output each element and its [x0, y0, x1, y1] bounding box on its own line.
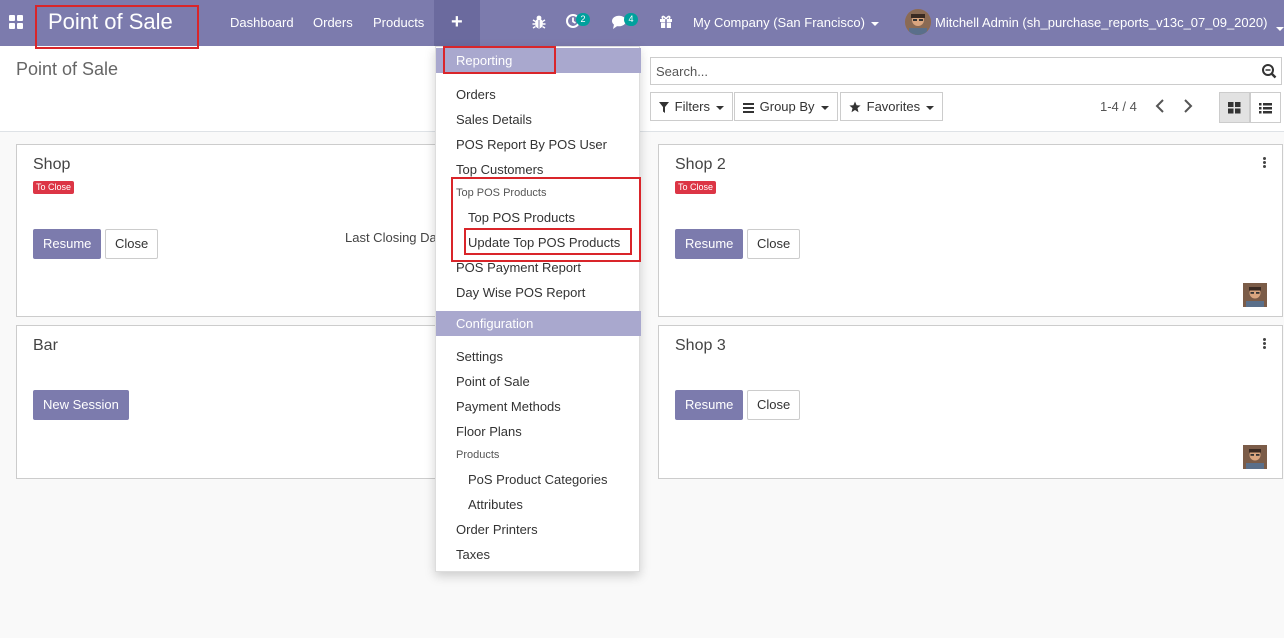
pager-previous-icon[interactable]	[1153, 98, 1167, 114]
more-menu-dropdown: Reporting Orders Sales Details POS Repor…	[435, 46, 641, 572]
nav-products[interactable]: Products	[373, 15, 424, 30]
list-view-button[interactable]	[1250, 92, 1281, 123]
responsible-avatar[interactable]	[1243, 445, 1267, 469]
kanban-view-button[interactable]	[1219, 92, 1250, 123]
card-options-icon[interactable]	[1263, 338, 1267, 350]
search-icon[interactable]	[1261, 63, 1277, 79]
gift-icon[interactable]	[658, 13, 676, 31]
list-icon	[1259, 103, 1272, 114]
nav-orders[interactable]: Orders	[313, 15, 353, 30]
apps-menu-icon[interactable]	[9, 15, 23, 29]
caret-down-icon	[820, 105, 829, 110]
responsible-avatar[interactable]	[1243, 283, 1267, 307]
pos-card-bar: Bar New Session	[16, 325, 446, 479]
user-menu[interactable]: Mitchell Admin (sh_purchase_reports_v13c…	[935, 15, 1267, 30]
menu-item-pos-product-categories[interactable]: PoS Product Categories	[468, 472, 607, 487]
app-brand[interactable]: Point of Sale	[48, 9, 173, 35]
pos-card-shop-2: Shop 2 To Close Resume Close	[658, 144, 1283, 317]
caret-down-icon	[926, 105, 935, 110]
activity-count-badge: 2	[576, 13, 590, 26]
menu-item-attributes[interactable]: Attributes	[468, 497, 523, 512]
group-by-label: Group By	[759, 99, 815, 114]
resume-button[interactable]: Resume	[33, 229, 102, 259]
resume-button[interactable]: Resume	[675, 390, 744, 420]
menu-item-pos-payment-report[interactable]: POS Payment Report	[456, 260, 581, 275]
favorites-label: Favorites	[866, 99, 921, 114]
pager-value: 1-4 / 4	[1100, 99, 1137, 114]
menu-section-products: Products	[456, 449, 500, 461]
menu-item-order-printers[interactable]: Order Printers	[456, 522, 538, 537]
status-tag: To Close	[33, 181, 75, 194]
user-avatar[interactable]	[905, 9, 931, 35]
messages-count-badge: 4	[624, 13, 638, 26]
status-tag: To Close	[675, 181, 717, 194]
search-input[interactable]	[651, 58, 1251, 84]
card-title: Bar	[33, 337, 58, 354]
pos-card-shop: Shop To Close Resume Close Last Closing …	[16, 144, 446, 317]
grid-icon	[1228, 102, 1241, 114]
company-switcher[interactable]: My Company (San Francisco)	[693, 15, 879, 30]
nav-more-menu[interactable]: +	[434, 0, 480, 46]
close-button[interactable]: Close	[747, 229, 801, 259]
top-navbar: Point of Sale Dashboard Orders Products …	[0, 0, 1284, 46]
card-options-icon[interactable]	[1263, 157, 1267, 169]
menu-item-floor-plans[interactable]: Floor Plans	[456, 424, 522, 439]
menu-item-settings[interactable]: Settings	[456, 349, 503, 364]
group-by-button[interactable]: Group By	[734, 92, 838, 121]
filters-button[interactable]: Filters	[650, 92, 734, 121]
resume-button[interactable]: Resume	[675, 229, 744, 259]
nav-dashboard[interactable]: Dashboard	[230, 15, 294, 30]
caret-down-icon	[716, 105, 725, 110]
user-menu-caret-icon	[1276, 20, 1284, 35]
favorites-button[interactable]: Favorites	[840, 92, 944, 121]
plus-icon: +	[451, 11, 463, 33]
star-icon	[849, 101, 861, 113]
menu-header-reporting[interactable]: Reporting	[436, 48, 641, 73]
page-title: Point of Sale	[16, 59, 119, 79]
menu-item-top-customers[interactable]: Top Customers	[456, 162, 543, 177]
filter-icon	[659, 102, 669, 113]
company-name: My Company (San Francisco)	[693, 15, 865, 30]
card-title: Shop	[33, 156, 71, 173]
close-button[interactable]: Close	[747, 390, 801, 420]
filters-label: Filters	[674, 99, 711, 114]
menu-item-orders[interactable]: Orders	[456, 87, 496, 102]
menu-section-top-pos-products: Top POS Products	[456, 187, 547, 199]
menu-item-top-pos-products[interactable]: Top POS Products	[468, 210, 575, 225]
card-title: Shop 3	[675, 337, 726, 354]
bug-icon[interactable]	[531, 14, 549, 32]
menu-item-pos-report-by-user[interactable]: POS Report By POS User	[456, 137, 607, 152]
pos-card-shop-3: Shop 3 Resume Close	[658, 325, 1283, 479]
control-panel: Point of Sale Filters Group By Favorites…	[0, 46, 1284, 132]
menu-item-taxes[interactable]: Taxes	[456, 547, 490, 562]
bars-icon	[743, 103, 754, 113]
last-closing-date-label: Last Closing Da	[345, 230, 437, 245]
caret-down-icon	[870, 21, 879, 26]
search-box	[650, 57, 1282, 85]
menu-header-configuration[interactable]: Configuration	[436, 311, 641, 336]
menu-item-payment-methods[interactable]: Payment Methods	[456, 399, 561, 414]
close-button[interactable]: Close	[105, 229, 159, 259]
menu-item-sales-details[interactable]: Sales Details	[456, 112, 532, 127]
card-title: Shop 2	[675, 156, 726, 173]
menu-item-update-top-pos-products[interactable]: Update Top POS Products	[468, 235, 620, 250]
menu-item-point-of-sale[interactable]: Point of Sale	[456, 374, 530, 389]
new-session-button[interactable]: New Session	[33, 390, 129, 420]
menu-item-day-wise-pos-report[interactable]: Day Wise POS Report	[456, 285, 585, 300]
pager-next-icon[interactable]	[1181, 98, 1195, 114]
